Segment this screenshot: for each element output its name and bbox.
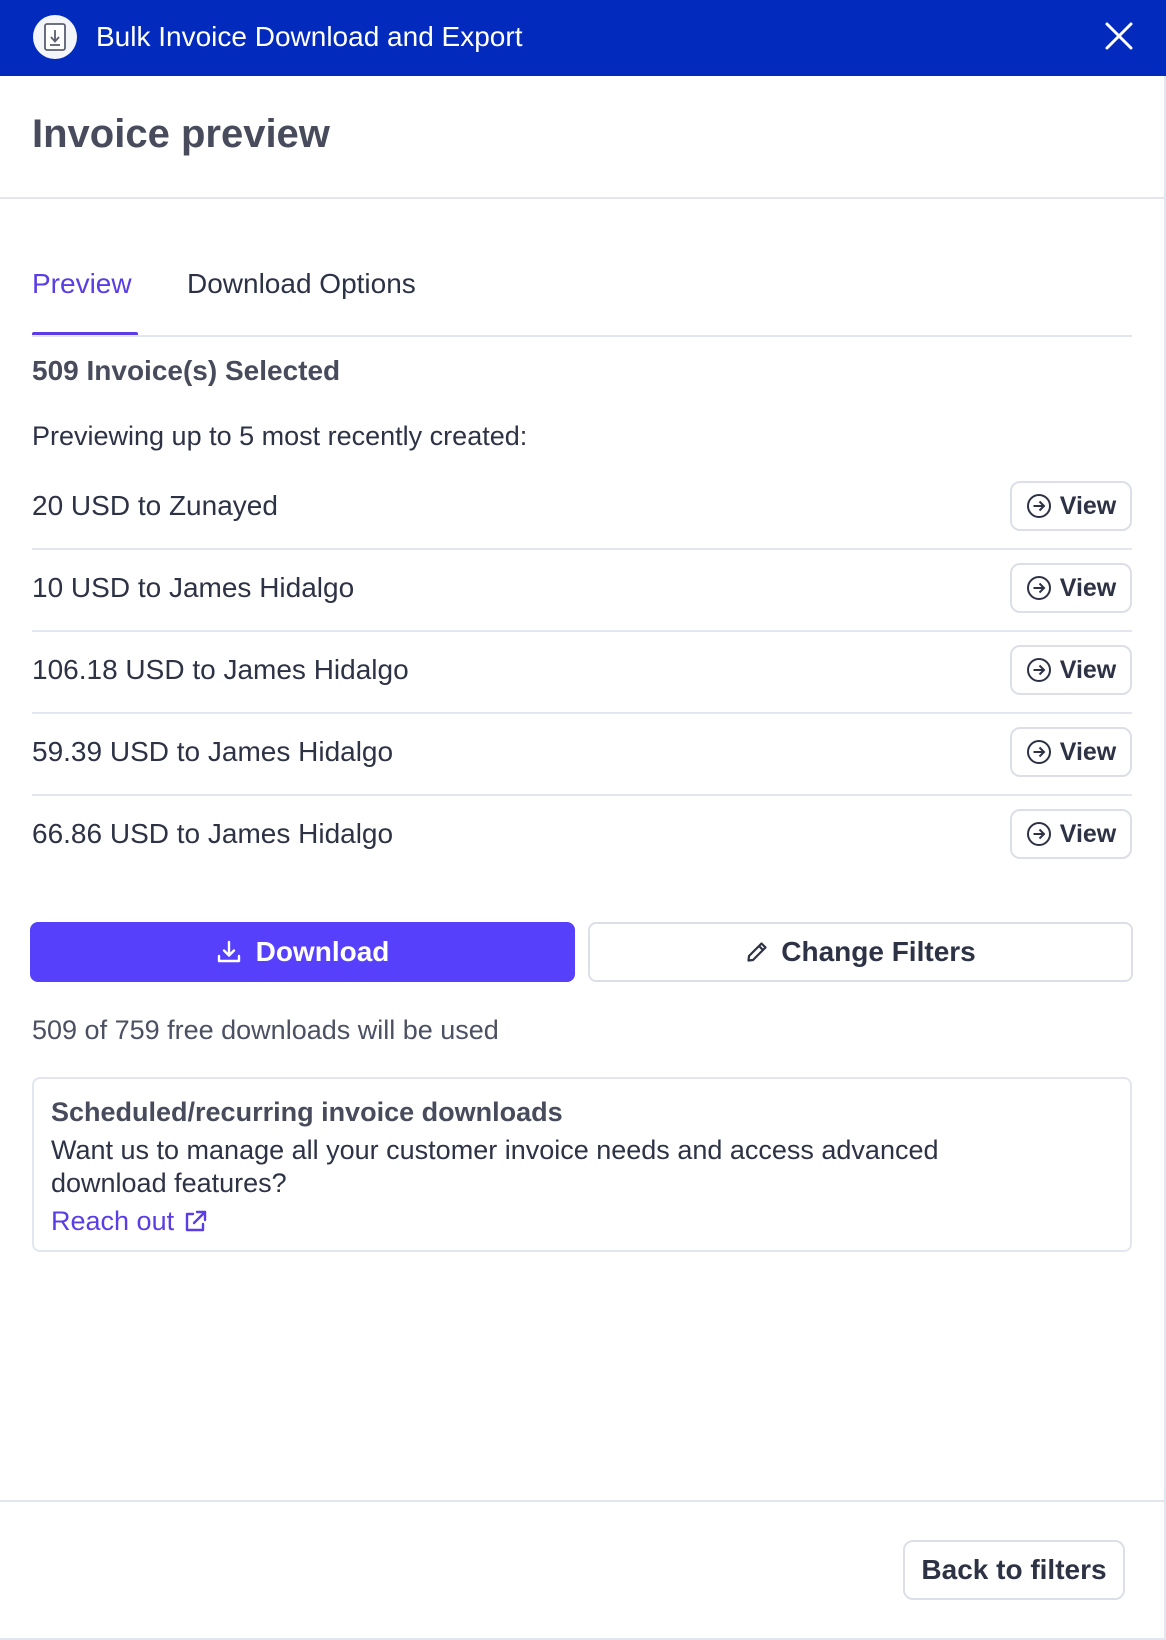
invoice-row: 59.39 USD to James Hidalgo View <box>32 714 1132 796</box>
invoice-row: 106.18 USD to James Hidalgo View <box>32 632 1132 714</box>
arrow-circle-right-icon <box>1026 740 1051 764</box>
footer-divider <box>0 1500 1166 1502</box>
arrow-circle-right-icon <box>1026 822 1051 846</box>
page-title: Invoice preview <box>32 112 330 156</box>
usage-note: 509 of 759 free downloads will be used <box>32 1015 499 1045</box>
invoice-row: 20 USD to Zunayed View <box>32 468 1132 550</box>
change-filters-label: Change Filters <box>781 936 976 967</box>
view-invoice-button[interactable]: View <box>1010 727 1132 777</box>
back-to-filters-button[interactable]: Back to filters <box>903 1540 1125 1600</box>
invoice-download-icon <box>33 15 77 59</box>
tab-preview[interactable]: Preview <box>32 268 132 300</box>
view-invoice-button[interactable]: View <box>1010 645 1132 695</box>
view-label: View <box>1059 491 1117 520</box>
arrow-circle-right-icon <box>1026 576 1051 600</box>
bulk-invoice-dialog: Bulk Invoice Download and Export Invoice… <box>0 0 1166 1640</box>
arrow-circle-right-icon <box>1026 658 1051 682</box>
selected-count: 509 Invoice(s) Selected <box>32 355 341 386</box>
dialog-title: Bulk Invoice Download and Export <box>96 21 523 52</box>
dialog-titlebar: Bulk Invoice Download and Export <box>0 0 1166 76</box>
reach-out-label: Reach out <box>51 1206 175 1236</box>
invoice-summary: 10 USD to James Hidalgo <box>32 572 355 603</box>
callout-body: Want us to manage all your customer invo… <box>51 1135 939 1198</box>
view-invoice-button[interactable]: View <box>1010 481 1132 531</box>
callout-title: Scheduled/recurring invoice downloads <box>51 1097 563 1127</box>
view-invoice-button[interactable]: View <box>1010 563 1132 613</box>
close-icon <box>1105 22 1133 50</box>
view-invoice-button[interactable]: View <box>1010 809 1132 859</box>
header-divider <box>0 197 1166 199</box>
invoice-row: 66.86 USD to James Hidalgo View <box>32 796 1132 876</box>
arrow-circle-right-icon <box>1026 494 1051 518</box>
external-link-icon <box>185 1210 207 1231</box>
tabs-divider <box>32 335 1132 337</box>
invoice-summary: 59.39 USD to James Hidalgo <box>32 736 394 767</box>
download-label: Download <box>255 936 390 967</box>
view-label: View <box>1059 737 1117 766</box>
invoice-summary: 20 USD to Zunayed <box>32 490 278 521</box>
invoice-list: 20 USD to Zunayed View 10 USD to James H… <box>32 468 1132 876</box>
tab-download-options[interactable]: Download Options <box>187 268 416 300</box>
view-label: View <box>1059 573 1117 602</box>
pencil-icon <box>747 942 767 962</box>
download-button[interactable]: Download <box>30 922 575 982</box>
reach-out-link[interactable]: Reach out <box>51 1206 208 1237</box>
view-label: View <box>1059 655 1117 684</box>
invoice-summary: 106.18 USD to James Hidalgo <box>32 654 409 685</box>
invoice-row: 10 USD to James Hidalgo View <box>32 550 1132 632</box>
invoice-summary: 66.86 USD to James Hidalgo <box>32 818 394 849</box>
download-icon <box>217 940 240 963</box>
change-filters-button[interactable]: Change Filters <box>588 922 1133 982</box>
close-button[interactable] <box>1100 17 1138 55</box>
view-label: View <box>1059 819 1117 848</box>
scheduled-downloads-callout: Scheduled/recurring invoice downloads Wa… <box>32 1077 1132 1252</box>
preview-note: Previewing up to 5 most recently created… <box>32 421 528 451</box>
tab-bar: Preview Download Options <box>32 262 1132 338</box>
